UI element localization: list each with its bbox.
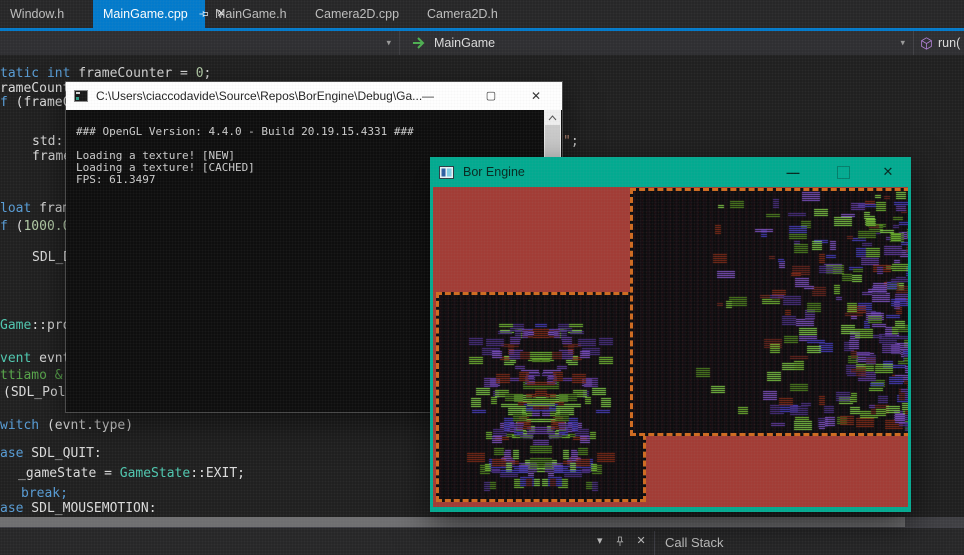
project-dropdown[interactable]: ▾ <box>0 31 399 55</box>
tab-Window.h[interactable]: Window.h <box>0 0 93 28</box>
tab-Camera2D.h[interactable]: Camera2D.h <box>417 0 513 28</box>
close-button[interactable]: ✕ <box>527 82 545 110</box>
sprite-texture-left <box>436 292 646 502</box>
code-line: ase SDL_MOUSEMOTION: <box>0 501 157 516</box>
game-titlebar[interactable]: Bor Engine — ✕ <box>430 157 911 187</box>
type-dropdown[interactable]: MainGame ▾ <box>400 31 913 55</box>
code-line: tatic int frameCounter = 0; <box>0 66 212 81</box>
tab-label: Camera2D.cpp <box>315 7 400 21</box>
code-line: witch (evnt.type) <box>0 418 134 433</box>
sprite-canvas <box>439 295 643 499</box>
editor-horizontal-scrollbar[interactable] <box>0 517 964 527</box>
panel-separator <box>654 531 655 555</box>
sprite-texture-right <box>630 188 908 436</box>
tab-MainGame.cpp[interactable]: MainGame.cpp ✕ <box>93 0 226 28</box>
code-line: "; <box>563 134 579 149</box>
navigation-bar: ▾ MainGame ▾ run( <box>0 31 964 55</box>
tab-label: MainGame.h <box>215 7 287 21</box>
tab-MainGame.h[interactable]: MainGame.h <box>205 0 305 28</box>
panel-buttons: ▾ ✕ <box>597 534 646 548</box>
game-window: Bor Engine — ✕ <box>430 157 911 512</box>
pin-icon[interactable] <box>614 535 626 548</box>
pin-icon[interactable] <box>197 9 209 20</box>
maximize-button[interactable] <box>828 157 858 187</box>
visual-studio-window: Window.h MainGame.cpp ✕ MainGame.h Camera2D.… <box>0 0 964 555</box>
minimize-button[interactable]: — <box>778 157 808 187</box>
console-line: ### OpenGL Version: 4.4.0 - Build 20.19.… <box>76 125 414 138</box>
tab-label: Camera2D.h <box>427 7 498 21</box>
code-line: _gameState = GameState::EXIT; <box>18 466 245 481</box>
code-line: break; <box>21 486 68 501</box>
game-viewport <box>433 187 908 507</box>
member-dropdown-label: run( <box>938 36 961 50</box>
sprite-canvas <box>633 191 908 433</box>
type-dropdown-label: MainGame <box>434 36 496 50</box>
chevron-down-icon[interactable]: ▾ <box>900 38 905 49</box>
method-cube-icon <box>920 36 933 50</box>
tab-label: Window.h <box>10 7 65 21</box>
goto-arrow-icon <box>412 37 426 49</box>
console-app-icon <box>74 90 88 102</box>
code-line: f (frameC <box>0 95 71 110</box>
chevron-down-icon[interactable]: ▾ <box>386 38 391 49</box>
call-stack-pane-title[interactable]: Call Stack <box>665 535 724 550</box>
code-line: (SDL_Poll <box>3 385 74 400</box>
close-button[interactable]: ✕ <box>873 157 903 187</box>
maximize-box <box>836 165 850 179</box>
scrollbar-thumb[interactable] <box>0 517 905 527</box>
game-window-title: Bor Engine <box>463 165 525 179</box>
maximize-button[interactable]: ▢ <box>482 82 500 110</box>
tab-label: MainGame.cpp <box>103 7 188 21</box>
close-icon[interactable]: ✕ <box>637 534 646 548</box>
console-titlebar[interactable]: C:\Users\ciaccodavide\Source\Repos\BorEn… <box>66 82 562 110</box>
member-dropdown[interactable]: run( <box>914 31 964 55</box>
code-line: ase SDL_QUIT: <box>0 446 102 461</box>
scroll-up-icon[interactable] <box>544 110 561 125</box>
bottom-tool-panel: ▾ ✕ Call Stack <box>0 527 964 555</box>
tab-Camera2D.cpp[interactable]: Camera2D.cpp <box>305 0 417 28</box>
game-app-icon <box>439 165 454 179</box>
chevron-down-icon[interactable]: ▾ <box>597 534 603 548</box>
minimize-button[interactable]: — <box>419 82 437 110</box>
tab-bar: Window.h MainGame.cpp ✕ MainGame.h Camera2D.… <box>0 0 964 28</box>
